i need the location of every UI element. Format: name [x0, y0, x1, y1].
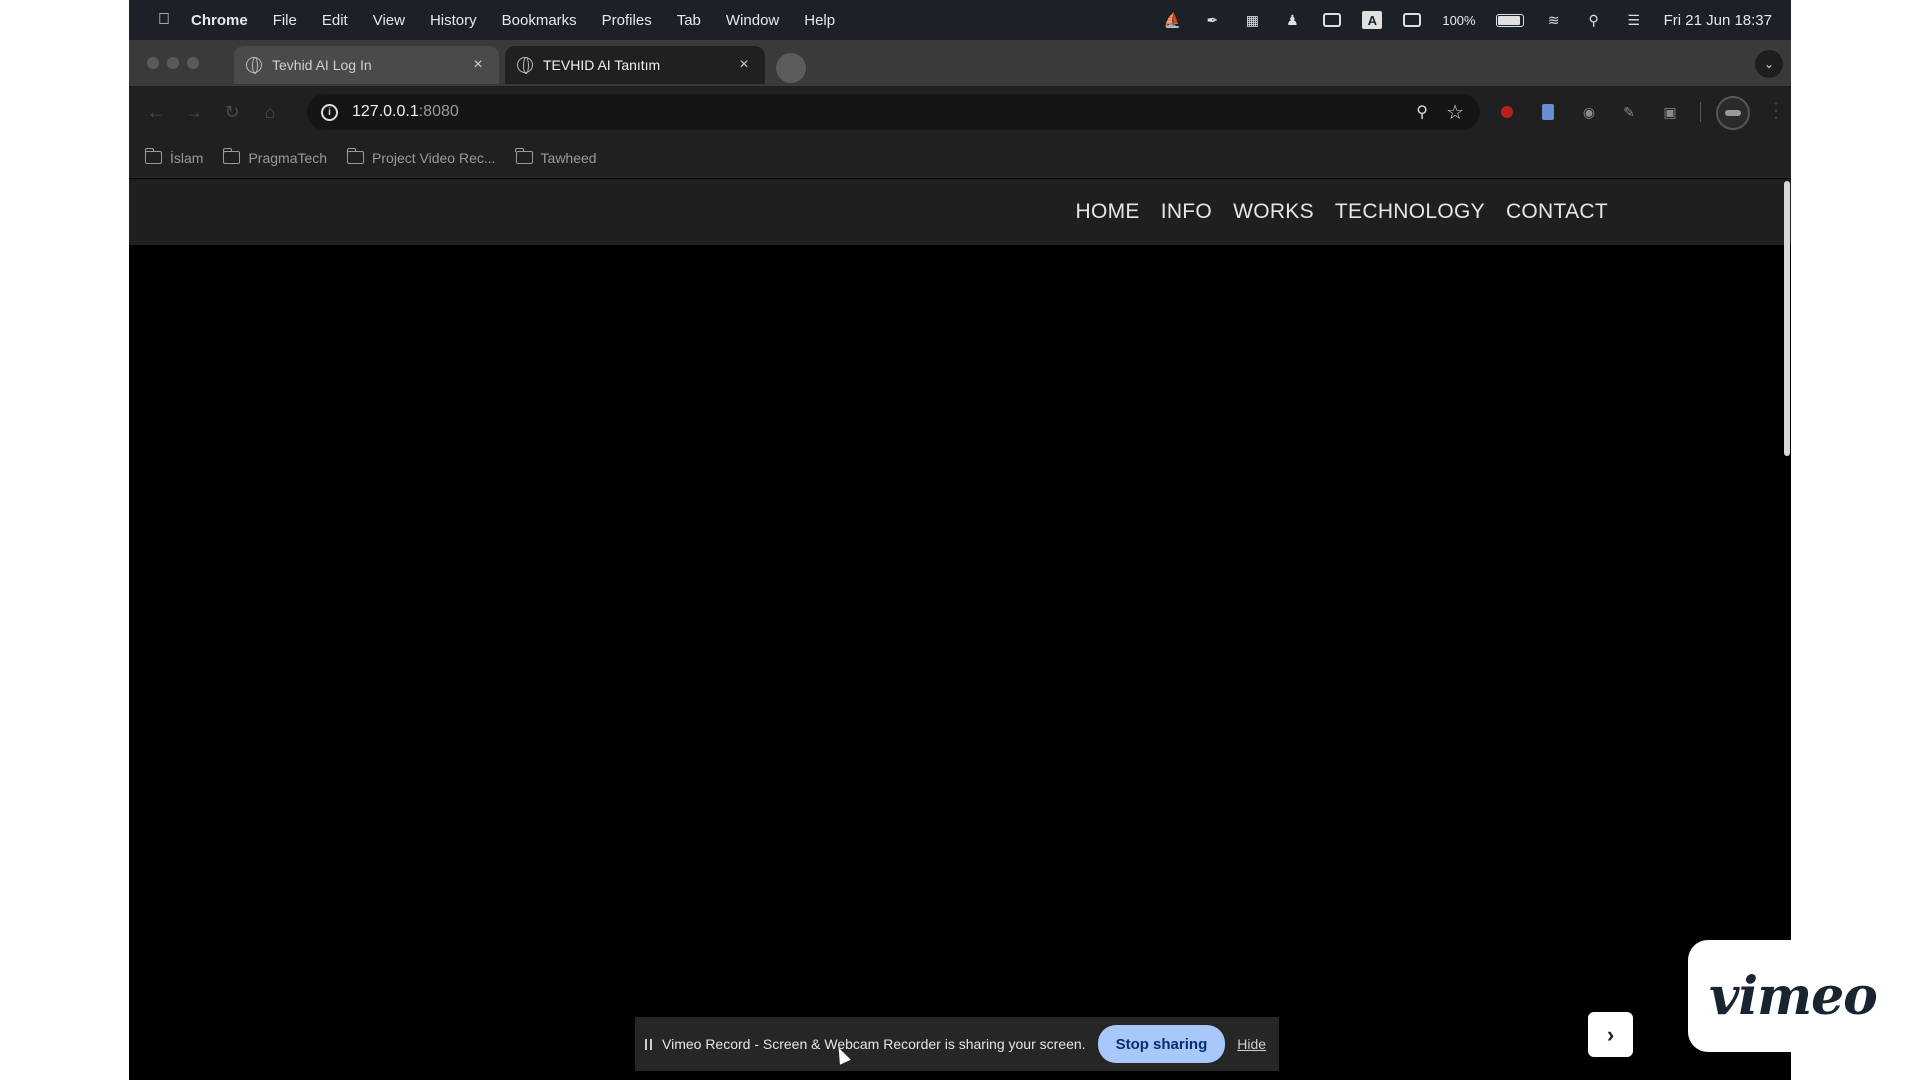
- menu-help[interactable]: Help: [804, 12, 835, 29]
- browser-toolbar: ← → ↻ ⌂ i 127.0.0.1 :8080 ⚲ ☆ ◉ ✎ ▣ ⋮: [129, 86, 1791, 138]
- url-port: :8080: [418, 103, 459, 120]
- vimeo-logo: vimeo: [1709, 965, 1878, 1027]
- docker-icon[interactable]: ⛵: [1162, 12, 1182, 28]
- tab-title: TEVHID AI Tanıtım: [543, 57, 661, 73]
- profile-avatar[interactable]: [1716, 96, 1750, 130]
- battery-percentage: 100%: [1442, 12, 1476, 28]
- bookmark-folder-pragmatech[interactable]: PragmaTech: [222, 148, 328, 166]
- nav-works[interactable]: WORKS: [1233, 200, 1314, 224]
- reload-icon[interactable]: ↻: [220, 102, 244, 123]
- url-host: 127.0.0.1: [352, 103, 419, 120]
- hide-link[interactable]: Hide: [1237, 1036, 1266, 1052]
- bookmark-label: Tawheed: [540, 149, 597, 166]
- site-info-icon[interactable]: i: [321, 103, 338, 121]
- zoom-icon[interactable]: ⚲: [1416, 102, 1428, 122]
- tab-strip: Tevhid AI Log In × TEVHID AI Tanıtım × ⌄: [129, 40, 1791, 86]
- wifi-icon[interactable]: ≋: [1544, 12, 1564, 28]
- menu-bar-status-area: ⛵ ✒ ▦ ♟ A 100% ≋ ⚲ ☰ Fri 21 Jun 18:37: [1162, 11, 1772, 29]
- tab-tevhid-login[interactable]: Tevhid AI Log In ×: [234, 46, 499, 84]
- tab-tevhid-tanitim[interactable]: TEVHID AI Tanıtım ×: [505, 46, 765, 84]
- menu-bookmarks[interactable]: Bookmarks: [502, 12, 577, 29]
- stop-sharing-button[interactable]: Stop sharing: [1097, 1025, 1226, 1063]
- vimeo-logo-card[interactable]: vimeo: [1688, 940, 1898, 1052]
- menu-view[interactable]: View: [373, 12, 405, 29]
- web-page: HOME INFO WORKS TECHNOLOGY CONTACT: [129, 179, 1791, 1080]
- record-extension-icon[interactable]: [1497, 102, 1517, 122]
- apple-menu-icon[interactable]: : [149, 11, 179, 29]
- window-controls: [147, 57, 199, 69]
- back-arrow-icon[interactable]: ←: [144, 102, 168, 123]
- more-menu-icon[interactable]: ⋮: [1766, 100, 1786, 122]
- menu-app-name[interactable]: Chrome: [191, 12, 248, 29]
- tab-search-chevron-icon[interactable]: ⌄: [1755, 50, 1783, 78]
- folder-icon: [222, 148, 241, 164]
- menu-window[interactable]: Window: [726, 12, 779, 29]
- pen-extension-icon[interactable]: ✎: [1619, 102, 1639, 122]
- bookmark-label: PragmaTech: [248, 149, 328, 166]
- address-bar[interactable]: i 127.0.0.1 :8080 ⚲ ☆: [307, 94, 1480, 130]
- macos-menu-bar:  Chrome File Edit View History Bookmark…: [129, 0, 1791, 40]
- windows-icon[interactable]: [1322, 12, 1342, 28]
- bookmark-folder-project-video[interactable]: Project Video Rec...: [346, 148, 496, 166]
- tab-title: Tevhid AI Log In: [272, 57, 372, 73]
- zoom-window-button[interactable]: [187, 57, 199, 69]
- spotlight-icon[interactable]: ⚲: [1584, 12, 1604, 28]
- sharing-message: Vimeo Record - Screen & Webcam Recorder …: [662, 1036, 1086, 1052]
- person-icon[interactable]: ♟: [1282, 12, 1302, 28]
- bookmark-folder-islam[interactable]: İslam: [144, 148, 204, 166]
- site-navigation: HOME INFO WORKS TECHNOLOGY CONTACT: [129, 179, 1791, 245]
- forward-arrow-icon[interactable]: →: [182, 102, 206, 123]
- extensions-puzzle-icon[interactable]: ▣: [1660, 102, 1680, 122]
- screen-mirror-icon[interactable]: [1402, 12, 1422, 28]
- toolbar-divider: [1700, 102, 1701, 122]
- bookmark-folder-tawheed[interactable]: Tawheed: [515, 148, 597, 166]
- bookmark-star-icon[interactable]: ☆: [1446, 100, 1464, 125]
- nav-technology[interactable]: TECHNOLOGY: [1335, 200, 1485, 224]
- scrollbar-thumb[interactable]: [1784, 181, 1790, 456]
- minimize-window-button[interactable]: [167, 57, 179, 69]
- new-tab-button[interactable]: [776, 53, 806, 83]
- menu-profiles[interactable]: Profiles: [602, 12, 652, 29]
- menu-history[interactable]: History: [430, 12, 477, 29]
- layout-icon[interactable]: ▦: [1242, 12, 1262, 28]
- camera-extension-icon[interactable]: ◉: [1579, 102, 1599, 122]
- globe-icon: [517, 57, 533, 74]
- screen-sharing-bar: Vimeo Record - Screen & Webcam Recorder …: [635, 1017, 1279, 1071]
- close-icon[interactable]: ×: [735, 56, 753, 74]
- close-icon[interactable]: ×: [469, 56, 487, 74]
- next-chevron-button[interactable]: ›: [1588, 1012, 1633, 1057]
- feather-icon[interactable]: ✒: [1202, 12, 1222, 28]
- input-source-icon[interactable]: A: [1362, 11, 1383, 29]
- pause-icon: [645, 1038, 652, 1050]
- nav-home[interactable]: HOME: [1076, 200, 1140, 224]
- menu-file[interactable]: File: [273, 12, 297, 29]
- bookmarks-bar: İslam PragmaTech Project Video Rec... Ta…: [129, 138, 1791, 178]
- screen-recording:  Chrome File Edit View History Bookmark…: [129, 0, 1791, 1080]
- bookmark-label: İslam: [170, 149, 204, 166]
- control-center-icon[interactable]: ☰: [1624, 12, 1644, 28]
- bookmark-label: Project Video Rec...: [372, 149, 496, 166]
- battery-icon[interactable]: [1495, 13, 1524, 27]
- nav-info[interactable]: INFO: [1161, 200, 1212, 224]
- menu-edit[interactable]: Edit: [322, 12, 348, 29]
- nav-contact[interactable]: CONTACT: [1506, 200, 1608, 224]
- menu-tab[interactable]: Tab: [677, 12, 701, 29]
- folder-icon: [346, 148, 365, 164]
- clock[interactable]: Fri 21 Jun 18:37: [1664, 12, 1772, 29]
- globe-icon: [246, 57, 262, 74]
- close-window-button[interactable]: [147, 57, 159, 69]
- home-icon[interactable]: ⌂: [258, 102, 282, 123]
- folder-icon: [144, 148, 162, 164]
- folder-icon: [515, 148, 533, 164]
- docs-extension-icon[interactable]: [1538, 102, 1558, 122]
